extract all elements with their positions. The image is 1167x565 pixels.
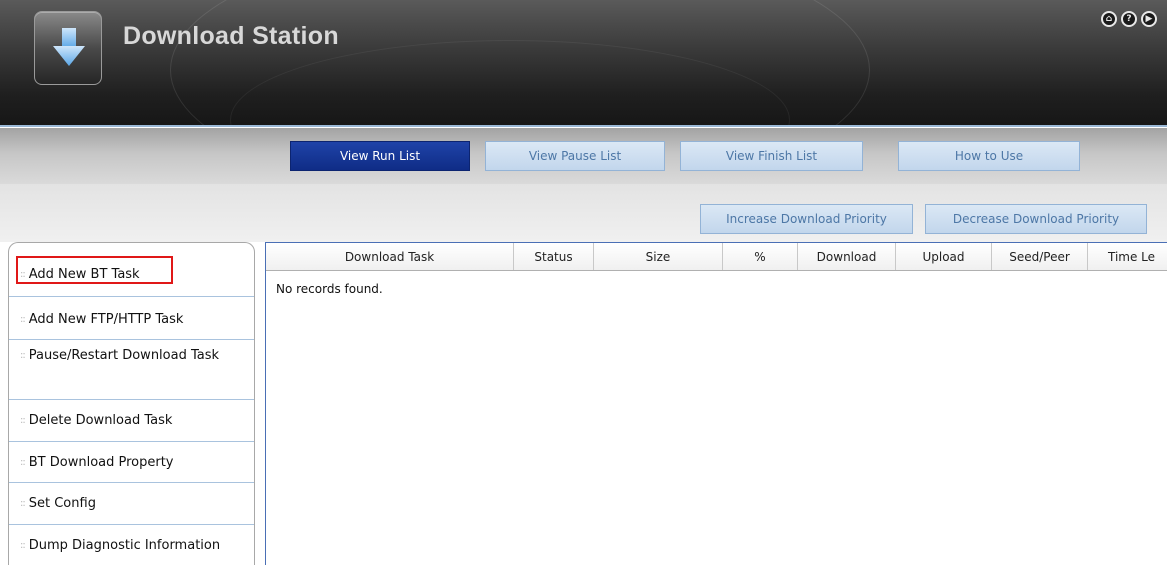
sidebar-item-set-config[interactable]: :: Set Config xyxy=(9,483,254,525)
grip-icon: :: xyxy=(20,350,26,361)
task-table: Download Task Status Size % Download Upl… xyxy=(265,242,1167,565)
grip-icon: :: xyxy=(20,540,26,551)
sidebar-item-label: Add New FTP/HTTP Task xyxy=(28,312,184,327)
view-pause-list-button[interactable]: View Pause List xyxy=(485,141,665,171)
download-station-logo-icon xyxy=(34,11,102,85)
next-icon[interactable]: ▶ xyxy=(1141,11,1157,27)
sidebar-item-delete-task[interactable]: :: Delete Download Task xyxy=(9,400,254,442)
highlight-box xyxy=(16,256,173,284)
grip-icon: :: xyxy=(20,314,26,325)
column-header-size[interactable]: Size xyxy=(594,243,723,270)
sidebar-item-add-ftp-http-task[interactable]: :: Add New FTP/HTTP Task xyxy=(9,297,254,340)
priority-toolbar: Increase Download Priority Decrease Down… xyxy=(0,184,1167,242)
column-header-upload[interactable]: Upload xyxy=(896,243,992,270)
sidebar-item-dump-diagnostic[interactable]: :: Dump Diagnostic Information xyxy=(9,525,254,565)
increase-priority-button[interactable]: Increase Download Priority xyxy=(700,204,913,234)
view-finish-list-button[interactable]: View Finish List xyxy=(680,141,863,171)
column-header-seed-peer[interactable]: Seed/Peer xyxy=(992,243,1088,270)
home-icon[interactable]: ⌂ xyxy=(1101,11,1117,27)
app-header: Download Station ⌂ ? ▶ xyxy=(0,0,1167,127)
header-divider xyxy=(0,125,1167,127)
column-header-download-task[interactable]: Download Task xyxy=(266,243,514,270)
column-header-time-left[interactable]: Time Le xyxy=(1088,243,1167,270)
grip-icon: :: xyxy=(20,415,26,426)
sidebar-item-label: Dump Diagnostic Information xyxy=(28,538,221,553)
task-sidebar: :: Add New BT Task :: Add New FTP/HTTP Tas… xyxy=(8,242,255,565)
view-navbar: View Run List View Pause List View Finis… xyxy=(0,128,1167,184)
view-run-list-button[interactable]: View Run List xyxy=(290,141,470,171)
sidebar-item-bt-download-property[interactable]: :: BT Download Property xyxy=(9,442,254,483)
column-header-percent[interactable]: % xyxy=(723,243,798,270)
help-icon[interactable]: ? xyxy=(1121,11,1137,27)
decrease-priority-button[interactable]: Decrease Download Priority xyxy=(925,204,1147,234)
table-header: Download Task Status Size % Download Upl… xyxy=(266,243,1167,271)
app-title: Download Station xyxy=(123,22,339,50)
empty-table-message: No records found. xyxy=(276,282,383,296)
sidebar-item-pause-restart-task[interactable]: :: Pause/Restart Download Task xyxy=(9,340,254,400)
grip-icon: :: xyxy=(20,457,26,468)
top-icon-bar: ⌂ ? ▶ xyxy=(1101,11,1157,27)
sidebar-item-add-bt-task[interactable]: :: Add New BT Task xyxy=(9,243,254,297)
column-header-download[interactable]: Download xyxy=(798,243,896,270)
sidebar-item-label: BT Download Property xyxy=(28,455,174,470)
grip-icon: :: xyxy=(20,498,26,509)
sidebar-item-label: Delete Download Task xyxy=(28,413,173,428)
column-header-status[interactable]: Status xyxy=(514,243,594,270)
how-to-use-button[interactable]: How to Use xyxy=(898,141,1080,171)
sidebar-item-label: Pause/Restart Download Task xyxy=(28,348,220,363)
sidebar-item-label: Set Config xyxy=(28,496,96,511)
